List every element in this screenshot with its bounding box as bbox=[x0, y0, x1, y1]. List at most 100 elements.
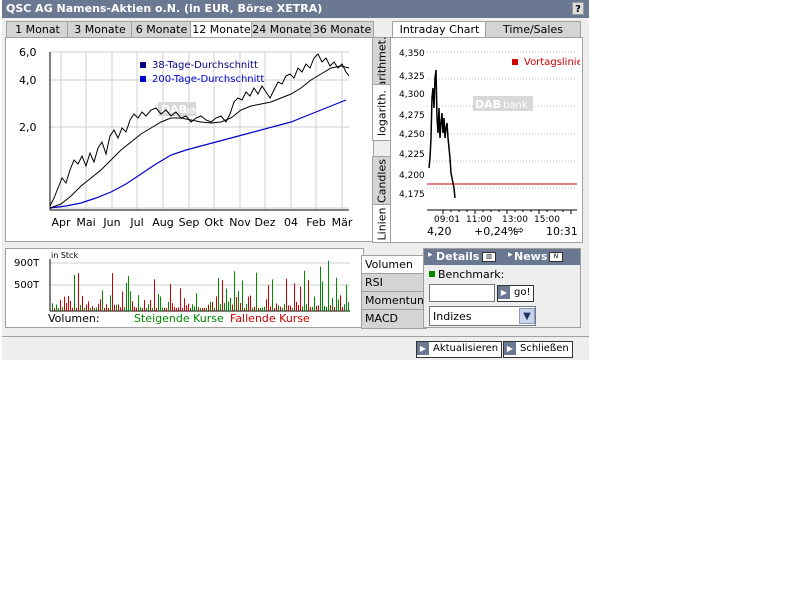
volume-bar bbox=[130, 291, 131, 311]
tab-time-sales[interactable]: Time/Sales bbox=[485, 21, 581, 38]
details-link[interactable]: Details bbox=[436, 250, 479, 263]
tab-candles[interactable]: Candles bbox=[372, 156, 392, 206]
tab-12-monate[interactable]: 12 Monate bbox=[190, 21, 253, 38]
tab-24-monate[interactable]: 24 Monate bbox=[251, 21, 312, 38]
tab-logarithmic-label: logarith. bbox=[375, 89, 389, 136]
y-tick-label: 2,0 bbox=[19, 121, 37, 134]
volume-bar bbox=[316, 306, 317, 311]
news-icon: N bbox=[549, 252, 563, 262]
volume-bar bbox=[160, 296, 161, 311]
tab-1-monat[interactable]: 1 Monat bbox=[6, 21, 69, 38]
rising-legend-label: Steigende Kurse bbox=[134, 312, 224, 325]
volume-bar bbox=[78, 273, 79, 311]
volume-bar bbox=[234, 271, 235, 311]
legend-vortagslinie-label: Vortagslinie bbox=[524, 57, 580, 68]
refresh-button[interactable]: ▶ Aktualisieren bbox=[416, 341, 503, 358]
watermark-text: DAB bbox=[475, 98, 501, 111]
volume-bar bbox=[284, 304, 285, 311]
tab-momentum[interactable]: Momentum bbox=[361, 291, 428, 311]
volume-bar bbox=[190, 307, 191, 311]
tab-volumen[interactable]: Volumen bbox=[361, 255, 427, 275]
volume-bar bbox=[184, 298, 185, 311]
benchmark-input[interactable] bbox=[429, 284, 495, 302]
volume-bar bbox=[322, 281, 323, 311]
volume-bar bbox=[94, 307, 95, 311]
volume-bar bbox=[206, 307, 207, 311]
volume-bar bbox=[330, 305, 331, 311]
volume-bar bbox=[162, 307, 163, 311]
intraday-x-tick: 11:00 bbox=[466, 215, 492, 225]
benchmark-go-button[interactable]: ▶ go! bbox=[497, 285, 535, 302]
intraday-y-tick: 4,275 bbox=[399, 111, 425, 121]
index-select[interactable]: Indizes ▼ bbox=[429, 306, 536, 326]
volume-bar bbox=[306, 304, 307, 311]
volume-bar bbox=[296, 301, 297, 311]
volume-bar bbox=[242, 280, 243, 311]
volume-bar bbox=[300, 286, 301, 311]
chart-icon: ▥ bbox=[482, 252, 496, 262]
volume-bar bbox=[120, 307, 121, 311]
volume-bar bbox=[298, 304, 299, 311]
intraday-y-tick: 4,300 bbox=[399, 90, 425, 100]
volume-bar bbox=[228, 301, 229, 311]
volume-bar bbox=[198, 307, 199, 311]
volume-bar bbox=[182, 307, 183, 311]
volume-bar bbox=[288, 305, 289, 311]
intraday-panel: 4,350 4,325 4,300 4,275 4,250 4,225 4,20… bbox=[390, 37, 583, 243]
chevron-down-icon[interactable]: ▼ bbox=[519, 308, 535, 324]
tab-3-monate[interactable]: 3 Monate bbox=[67, 21, 133, 38]
x-tick-label: Okt bbox=[204, 216, 224, 229]
watermark-text: bank bbox=[183, 105, 208, 116]
volume-bar bbox=[164, 307, 165, 311]
volume-bar bbox=[308, 280, 309, 311]
tab-arithmetic-scale[interactable]: arithmet. bbox=[372, 36, 392, 87]
x-tick-label: Aug bbox=[152, 216, 173, 229]
volume-bar bbox=[88, 301, 89, 311]
tab-intraday-chart[interactable]: Intraday Chart bbox=[392, 21, 487, 38]
volume-bar bbox=[178, 307, 179, 311]
volume-bar bbox=[140, 307, 141, 311]
volume-bar bbox=[278, 305, 279, 311]
help-button[interactable]: ? bbox=[572, 2, 584, 15]
tab-rsi[interactable]: RSI bbox=[361, 273, 427, 293]
volume-bar bbox=[276, 303, 277, 311]
y-tick-label: 4,0 bbox=[19, 74, 37, 87]
intraday-x-tick: 15:00 bbox=[534, 215, 560, 225]
volume-bar bbox=[344, 304, 345, 311]
refresh-button-label: Aktualisieren bbox=[433, 343, 499, 354]
go-button-label: go! bbox=[514, 287, 531, 298]
close-button[interactable]: ▶ Schließen bbox=[503, 341, 573, 358]
volume-bar bbox=[172, 303, 173, 311]
volume-bar bbox=[58, 307, 59, 311]
volume-bar bbox=[170, 284, 171, 311]
volume-bar bbox=[286, 278, 287, 311]
volume-bar bbox=[96, 307, 97, 311]
volume-footer-label: Volumen: bbox=[48, 312, 100, 325]
tab-lines[interactable]: Linien bbox=[372, 204, 392, 243]
legend-ma38-label: 38-Tage-Durchschnitt bbox=[152, 60, 258, 71]
news-link[interactable]: News bbox=[514, 250, 547, 263]
tab-logarithmic-scale[interactable]: logarith. bbox=[372, 84, 392, 141]
volume-bar bbox=[54, 307, 55, 311]
volume-bar bbox=[238, 291, 239, 311]
volume-bar bbox=[150, 299, 151, 311]
volume-bar bbox=[72, 307, 73, 311]
tab-36-monate[interactable]: 36 Monate bbox=[310, 21, 374, 38]
volume-unit-label: in Stck bbox=[51, 251, 78, 260]
volume-bar bbox=[180, 288, 181, 311]
volume-bar bbox=[144, 299, 145, 311]
legend-ma38-marker bbox=[140, 62, 146, 68]
volume-bar bbox=[262, 307, 263, 311]
volume-bar bbox=[60, 299, 61, 311]
tab-6-monate[interactable]: 6 Monate bbox=[131, 21, 192, 38]
volume-bar bbox=[254, 306, 255, 311]
x-tick-label: Jul bbox=[129, 216, 143, 229]
volume-bar bbox=[220, 304, 221, 311]
volume-bar bbox=[116, 304, 117, 311]
intraday-y-tick: 4,225 bbox=[399, 150, 425, 160]
legend-ma200-label: 200-Tage-Durchschnitt bbox=[152, 74, 264, 85]
volume-bar bbox=[246, 303, 247, 311]
volume-bar bbox=[192, 304, 193, 311]
volume-bar bbox=[290, 305, 291, 311]
tab-macd[interactable]: MACD bbox=[361, 309, 427, 329]
